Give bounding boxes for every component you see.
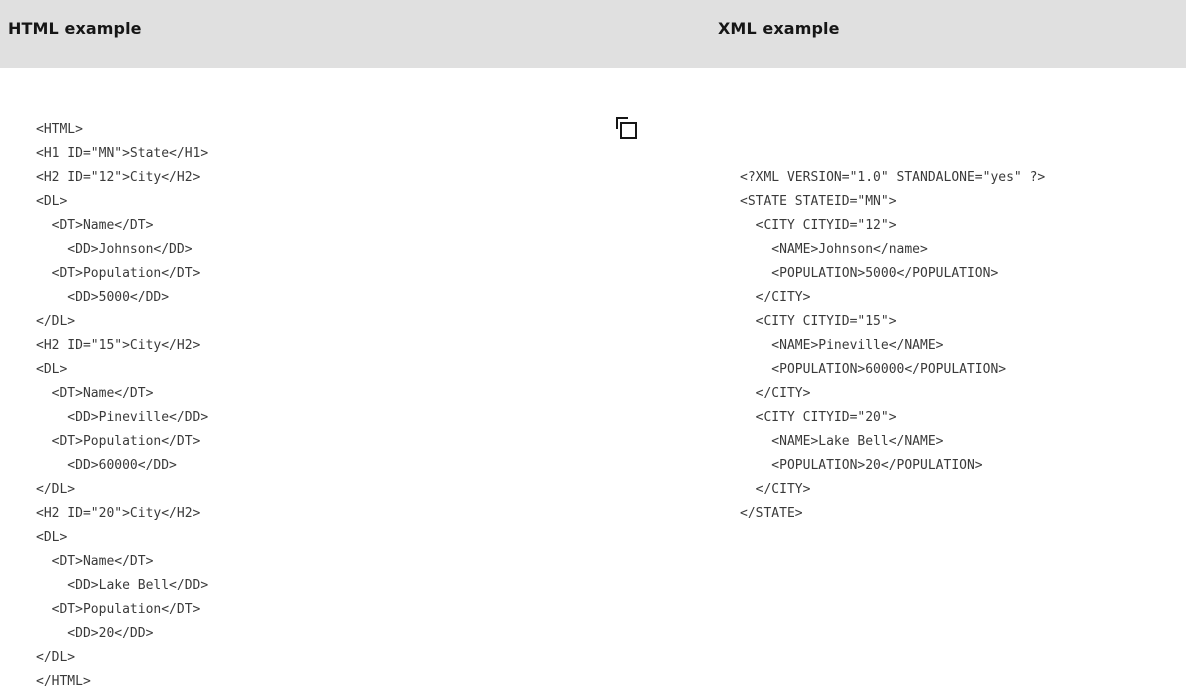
code-line: <DD>Lake Bell</DD> [36,578,209,593]
code-line: <DT>Name</DT> [36,218,154,233]
code-line: <NAME>Johnson</name> [740,242,928,257]
code-line: <DL> [36,530,68,545]
code-line: </STATE> [740,506,803,521]
code-line: <HTML> [36,122,83,137]
table-header: HTML example XML example [0,0,1186,68]
code-line: </HTML> [36,674,91,689]
code-line: </DL> [36,482,76,497]
code-line: </CITY> [740,482,811,497]
code-line: <DD>Johnson</DD> [36,242,193,257]
code-line: <?XML VERSION="1.0" STANDALONE="yes" ?> [740,170,1046,185]
code-line: <POPULATION>5000</POPULATION> [740,266,999,281]
code-line: </DL> [36,650,76,665]
code-line: <DD>20</DD> [36,626,154,641]
xml-example-heading: XML example [718,19,840,38]
code-line: <DL> [36,194,68,209]
code-line: <CITY CITYID="20"> [740,410,897,425]
xml-code-block: <?XML VERSION="1.0" STANDALONE="yes" ?> … [740,166,1045,526]
code-line: <POPULATION>60000</POPULATION> [740,362,1007,377]
code-line: <DT>Population</DT> [36,602,201,617]
copy-icon [616,117,637,139]
code-line: </DL> [36,314,76,329]
copy-button[interactable] [612,114,642,144]
code-line: <H1 ID="MN">State</H1> [36,146,209,161]
html-example-heading: HTML example [8,19,142,38]
code-line: <DD>5000</DD> [36,290,170,305]
code-line: <H2 ID="12">City</H2> [36,170,201,185]
code-line: <CITY CITYID="12"> [740,218,897,233]
code-line: <DT>Name</DT> [36,554,154,569]
code-line: <POPULATION>20</POPULATION> [740,458,983,473]
code-line: </CITY> [740,386,811,401]
code-line: <DD>60000</DD> [36,458,177,473]
code-line: <DT>Population</DT> [36,266,201,281]
code-line: <NAME>Lake Bell</NAME> [740,434,944,449]
code-line: </CITY> [740,290,811,305]
code-line: <H2 ID="20">City</H2> [36,506,201,521]
code-line: <DD>Pineville</DD> [36,410,209,425]
code-line: <NAME>Pineville</NAME> [740,338,944,353]
html-code-block: <HTML> <H1 ID="MN">State</H1> <H2 ID="12… [36,118,208,694]
code-line: <DT>Name</DT> [36,386,154,401]
code-line: <STATE STATEID="MN"> [740,194,897,209]
code-line: <DT>Population</DT> [36,434,201,449]
code-line: <CITY CITYID="15"> [740,314,897,329]
code-line: <H2 ID="15">City</H2> [36,338,201,353]
code-line: <DL> [36,362,68,377]
